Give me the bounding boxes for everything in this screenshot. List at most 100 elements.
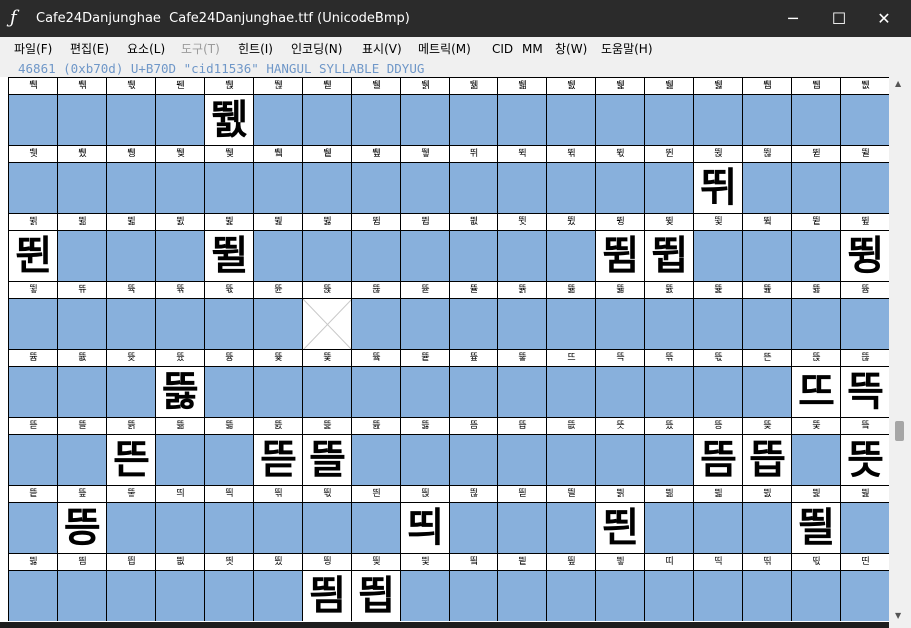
glyph-label[interactable]: 뜬: [742, 349, 792, 366]
menu-item-10[interactable]: 창(W): [555, 41, 587, 57]
glyph-label[interactable]: 띚: [351, 553, 401, 570]
glyph-cell[interactable]: [595, 298, 645, 349]
glyph-label[interactable]: 뛪: [155, 145, 205, 162]
glyph-label[interactable]: 뜋: [8, 281, 58, 298]
glyph-cell[interactable]: 뜻: [840, 434, 889, 485]
glyph-label[interactable]: 띗: [204, 553, 254, 570]
glyph-cell[interactable]: [155, 570, 205, 621]
glyph-cell[interactable]: 뛠: [204, 94, 254, 145]
glyph-label[interactable]: 뛿: [302, 213, 352, 230]
scroll-down-icon[interactable]: ▼: [895, 611, 901, 620]
glyph-label[interactable]: 띁: [8, 485, 58, 502]
glyph-cell[interactable]: [497, 298, 547, 349]
glyph-cell[interactable]: [106, 366, 156, 417]
glyph-cell[interactable]: [302, 366, 352, 417]
glyph-label[interactable]: 뛶: [742, 145, 792, 162]
glyph-cell[interactable]: [351, 162, 401, 213]
maximize-button[interactable]: ☐: [816, 0, 862, 37]
glyph-cell[interactable]: [106, 502, 156, 553]
glyph-label[interactable]: 뜩: [595, 349, 645, 366]
glyph-label[interactable]: 띡: [693, 553, 743, 570]
glyph-cell[interactable]: [302, 94, 352, 145]
glyph-cell[interactable]: [497, 366, 547, 417]
glyph-cell[interactable]: 뛰: [693, 162, 743, 213]
glyph-cell[interactable]: [204, 298, 254, 349]
glyph-label[interactable]: 뛡: [595, 77, 645, 94]
glyph-label[interactable]: 띃: [106, 485, 156, 502]
glyph-label[interactable]: 뛸: [840, 145, 889, 162]
glyph-label[interactable]: 뜒: [351, 281, 401, 298]
glyph-cell[interactable]: [449, 230, 498, 281]
glyph-cell[interactable]: [693, 366, 743, 417]
minimize-button[interactable]: ─: [770, 0, 816, 37]
glyph-cell[interactable]: [57, 94, 107, 145]
glyph-cell[interactable]: [204, 570, 254, 621]
glyph-cell[interactable]: 띔: [302, 570, 352, 621]
close-button[interactable]: ✕: [861, 0, 907, 37]
glyph-cell[interactable]: [400, 570, 450, 621]
glyph-label[interactable]: 뛣: [693, 77, 743, 94]
glyph-label[interactable]: 뜟: [106, 349, 156, 366]
glyph-cell[interactable]: [449, 162, 498, 213]
glyph-cell[interactable]: [693, 502, 743, 553]
glyph-label[interactable]: 뜰: [57, 417, 107, 434]
glyph-label[interactable]: 뛻: [106, 213, 156, 230]
glyph-cell[interactable]: [400, 366, 450, 417]
glyph-label[interactable]: 띑: [791, 485, 841, 502]
glyph-cell[interactable]: 뜷: [155, 366, 205, 417]
glyph-cell[interactable]: [106, 94, 156, 145]
glyph-label[interactable]: 뜘: [644, 281, 694, 298]
glyph-cell[interactable]: [155, 434, 205, 485]
glyph-label[interactable]: 띍: [595, 485, 645, 502]
glyph-label[interactable]: 띐: [742, 485, 792, 502]
glyph-cell[interactable]: [253, 570, 303, 621]
glyph-cell[interactable]: [644, 502, 694, 553]
glyph-label[interactable]: 띂: [57, 485, 107, 502]
glyph-cell[interactable]: [742, 298, 792, 349]
glyph-label[interactable]: 뜴: [253, 417, 303, 434]
glyph-label[interactable]: 띊: [449, 485, 498, 502]
glyph-cell[interactable]: [644, 366, 694, 417]
menu-item-7[interactable]: 메트릭(M): [418, 41, 471, 57]
glyph-label[interactable]: 뜭: [791, 349, 841, 366]
glyph-cell[interactable]: [595, 366, 645, 417]
glyph-label[interactable]: 뜳: [204, 417, 254, 434]
glyph-cell[interactable]: [840, 570, 889, 621]
glyph-cell[interactable]: 뜨: [791, 366, 841, 417]
glyph-cell[interactable]: [400, 162, 450, 213]
glyph-label[interactable]: 뜯: [8, 417, 58, 434]
glyph-cell[interactable]: [546, 570, 596, 621]
glyph-cell[interactable]: [742, 366, 792, 417]
glyph-label[interactable]: 뛳: [595, 145, 645, 162]
glyph-label[interactable]: 띘: [253, 553, 303, 570]
glyph-cell[interactable]: [106, 298, 156, 349]
glyph-label[interactable]: 뛟: [497, 77, 547, 94]
glyph-label[interactable]: 띎: [644, 485, 694, 502]
glyph-cell[interactable]: [155, 298, 205, 349]
glyph-cell[interactable]: [693, 298, 743, 349]
glyph-cell[interactable]: [449, 94, 498, 145]
glyph-cell[interactable]: [253, 162, 303, 213]
glyph-label[interactable]: 뛽: [204, 213, 254, 230]
glyph-label[interactable]: 뛺: [57, 213, 107, 230]
glyph-label[interactable]: 뜂: [449, 213, 498, 230]
glyph-cell[interactable]: 뜩: [840, 366, 889, 417]
menu-item-8[interactable]: CID: [492, 41, 513, 57]
glyph-label[interactable]: 뜣: [302, 349, 352, 366]
glyph-label[interactable]: 띔: [57, 553, 107, 570]
glyph-cell[interactable]: [546, 366, 596, 417]
glyph-label[interactable]: 뜽: [693, 417, 743, 434]
glyph-label[interactable]: 뛠: [546, 77, 596, 94]
glyph-cell[interactable]: [791, 570, 841, 621]
glyph-cell[interactable]: [8, 570, 58, 621]
glyph-cell[interactable]: [155, 162, 205, 213]
glyph-label[interactable]: 뛗: [106, 77, 156, 94]
glyph-cell[interactable]: [840, 162, 889, 213]
glyph-cell[interactable]: [791, 162, 841, 213]
glyph-label[interactable]: 띌: [546, 485, 596, 502]
glyph-label[interactable]: 뜚: [742, 281, 792, 298]
glyph-label[interactable]: 뜕: [497, 281, 547, 298]
glyph-label[interactable]: 뜢: [253, 349, 303, 366]
glyph-cell[interactable]: [546, 298, 596, 349]
glyph-cell[interactable]: [693, 570, 743, 621]
